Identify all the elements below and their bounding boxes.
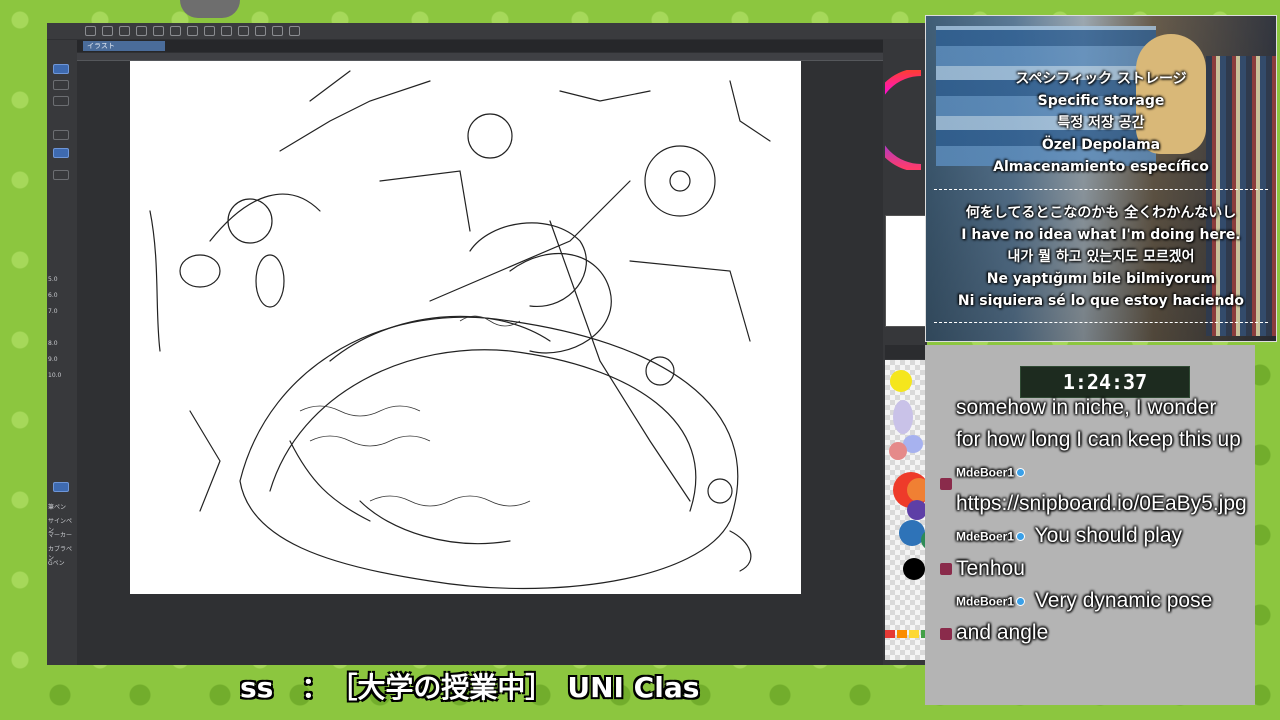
quick-swatch[interactable] [909,630,919,638]
swatch[interactable] [903,558,925,580]
clear-icon[interactable] [187,26,198,36]
tool-icon[interactable] [53,148,69,158]
transform-icon[interactable] [221,26,232,36]
subtitle-group-2: 何をしてるとこなのかも 全くわかんないし I have no idea what… [926,202,1276,312]
subtitle-line: 특정 저장 공간 [1057,115,1145,131]
tool-icon[interactable] [53,130,69,140]
tool-icon[interactable] [53,96,69,106]
subtitle-line: Ne yaptığımı bile bilmiyorum [986,271,1216,287]
size-label[interactable]: 6.0 [48,292,76,299]
select-icon[interactable] [238,26,249,36]
size-label[interactable]: 7.0 [48,308,76,315]
tool-icon[interactable] [53,170,69,180]
subtitle-line: Ni siquiera sé lo que estoy haciendo [957,293,1245,309]
subtitle-line: Specific storage [1037,93,1165,109]
quick-swatch[interactable] [885,630,895,638]
ruler-icon[interactable] [289,26,300,36]
crop-icon[interactable] [272,26,283,36]
size-label[interactable]: 9.0 [48,356,76,363]
toolbar [47,23,927,39]
size-label[interactable]: 10.0 [48,372,76,379]
chat-message: MdeBoer1 https://snipboard.io/0EaBy5.jpg [956,456,1247,520]
drawing-app-window: イラスト 5.0 6.0 7.0 8.0 9.0 10.0 筆ペン サインペン … [47,23,927,665]
mascot-sprite [180,0,240,18]
ticker-window: ss ： ［大学の授業中］ UNI Clas [240,660,785,715]
swatch[interactable] [907,500,927,520]
chat-avatar [940,628,952,640]
swatch[interactable] [893,400,913,434]
subtitle-line: Özel Depolama [1041,137,1161,153]
tool-label[interactable]: マーカー [48,530,76,539]
chat-avatar [940,478,952,490]
chat-avatar [940,563,952,575]
chat-message: MdeBoer1 You should play Tenhou [956,520,1246,584]
subtitle-line: I have no idea what I'm doing here. [961,227,1241,243]
color-swatch-panel [885,360,941,660]
open-icon[interactable] [102,26,113,36]
subtitle-divider [934,322,1268,323]
subtitle-group-1: スペシフィック ストレージ Specific storage 특정 저장 공간 … [926,68,1276,178]
chat-message: somehow in niche, I wonder for how long … [956,392,1246,456]
swatch[interactable] [889,442,907,460]
new-icon[interactable] [85,26,96,36]
chat-text[interactable]: https://snipboard.io/0EaBy5.jpg [956,492,1247,515]
chat-messages: somehow in niche, I wonder for how long … [956,392,1247,649]
bottom-ticker: ss ： ［大学の授業中］ UNI Clas [0,660,920,715]
tool-icon[interactable] [53,80,69,90]
chat-text: somehow in niche, I wonder for how long … [956,396,1241,451]
verified-badge-icon [1016,467,1026,477]
chat-username[interactable]: MdeBoer1 [956,465,1014,479]
chat-message: MdeBoer1 Very dynamic pose and angle [956,585,1246,649]
tool-icon[interactable] [53,482,69,492]
tool-label[interactable]: Gペン [48,558,76,567]
tool-label[interactable]: 筆ペン [48,502,76,511]
subtitle-divider [934,189,1268,190]
size-label[interactable]: 5.0 [48,276,76,283]
document-tabbar: イラスト [77,40,927,52]
tool-icon[interactable] [53,64,69,74]
verified-badge-icon [1016,596,1026,606]
brush-size-panel: 5.0 6.0 7.0 8.0 9.0 10.0 筆ペン サインペン マーカー … [47,40,77,665]
subtitle-line: スペシフィック ストレージ [1015,71,1187,87]
size-label[interactable]: 8.0 [48,340,76,347]
redo-icon[interactable] [153,26,164,36]
sketch-artwork [149,70,771,590]
undo-icon[interactable] [136,26,147,36]
horizontal-ruler [77,53,883,61]
quick-swatch[interactable] [897,630,907,638]
swatch[interactable] [890,370,912,392]
fill-icon[interactable] [204,26,215,36]
settings-icon[interactable] [170,26,181,36]
webcam-feed: スペシフィック ストレージ Specific storage 특정 저장 공간 … [925,15,1277,342]
subtitle-line: 何をしてるとこなのかも 全くわかんないし [965,205,1237,221]
subtitle-line: Almacenamiento específico [993,159,1209,175]
lasso-icon[interactable] [255,26,266,36]
chat-username[interactable]: MdeBoer1 [956,594,1014,608]
verified-badge-icon [1016,532,1026,542]
ticker-text: ss ： ［大学の授業中］ UNI Clas [240,671,700,704]
save-icon[interactable] [119,26,130,36]
navigator-thumbnail[interactable] [885,215,929,327]
chat-username[interactable]: MdeBoer1 [956,530,1014,544]
subtitle-line: 내가 뭘 하고 있는지도 모르겠어 [1007,249,1195,265]
document-tab[interactable]: イラスト [83,41,165,51]
drawing-canvas[interactable] [130,61,801,594]
color-wheel[interactable] [885,70,921,170]
